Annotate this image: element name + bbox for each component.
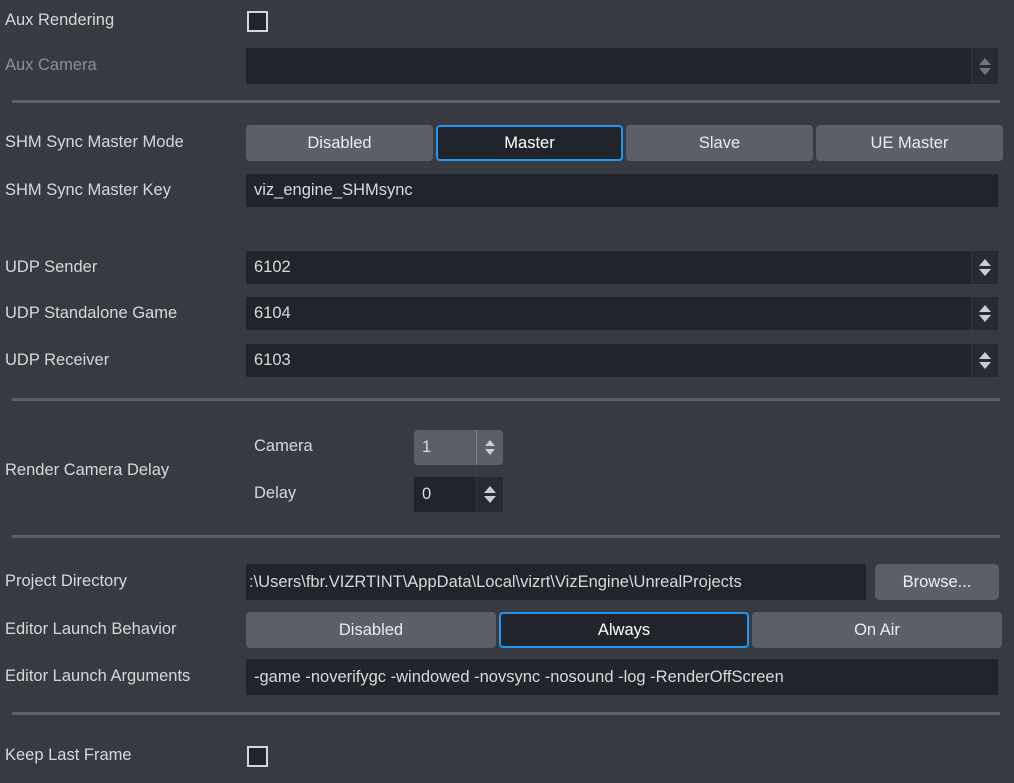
separator-1 (12, 100, 1000, 103)
render-camera-delay-delay-spinner[interactable] (476, 477, 503, 512)
aux-camera-label: Aux Camera (0, 56, 246, 76)
editor-launch-arguments-input[interactable]: -game -noverifygc -windowed -novsync -no… (246, 659, 998, 695)
udp-receiver-value: 6103 (246, 344, 971, 377)
browse-button[interactable]: Browse... (875, 564, 999, 600)
aux-camera-spinner[interactable] (971, 48, 998, 84)
udp-standalone-game-label: UDP Standalone Game (0, 304, 246, 324)
row-shm-sync-master-key: SHM Sync Master Key viz_engine_SHMsync (0, 174, 1014, 207)
row-editor-launch-behavior: Editor Launch Behavior Disabled Always O… (0, 612, 1014, 648)
row-editor-launch-arguments: Editor Launch Arguments -game -noverifyg… (0, 659, 1014, 695)
shm-sync-master-key-input[interactable]: viz_engine_SHMsync (246, 174, 998, 207)
render-camera-delay-delay-label: Delay (254, 484, 296, 503)
chevron-up-icon (979, 305, 991, 312)
udp-sender-input[interactable]: 6102 (246, 251, 998, 284)
shm-mode-option-disabled[interactable]: Disabled (246, 125, 433, 161)
render-camera-delay-camera-value: 1 (414, 430, 476, 465)
chevron-up-icon (485, 440, 495, 446)
shm-mode-option-master[interactable]: Master (436, 125, 623, 161)
separator-4 (12, 712, 1000, 715)
chevron-down-icon (979, 269, 991, 276)
udp-receiver-input[interactable]: 6103 (246, 344, 998, 377)
editor-launch-option-always[interactable]: Always (499, 612, 749, 648)
chevron-down-icon (979, 315, 991, 322)
aux-camera-select[interactable] (246, 48, 998, 84)
row-project-directory: Project Directory :\Users\fbr.VIZRTINT\A… (0, 564, 1014, 600)
chevron-up-icon (979, 352, 991, 359)
udp-sender-spinner[interactable] (971, 251, 998, 284)
shm-sync-master-mode-segmented: Disabled Master Slave UE Master (246, 125, 1003, 161)
row-keep-last-frame: Keep Last Frame (0, 741, 1014, 771)
editor-launch-option-disabled[interactable]: Disabled (246, 612, 496, 648)
chevron-down-icon (979, 362, 991, 369)
aux-rendering-label: Aux Rendering (0, 11, 246, 31)
aux-rendering-checkbox[interactable] (247, 11, 268, 32)
row-aux-camera: Aux Camera (0, 48, 1014, 84)
udp-standalone-game-value: 6104 (246, 297, 971, 330)
separator-2 (12, 398, 1000, 401)
shm-mode-option-slave[interactable]: Slave (626, 125, 813, 161)
udp-sender-value: 6102 (246, 251, 971, 284)
shm-sync-master-key-label: SHM Sync Master Key (0, 181, 246, 201)
row-aux-rendering: Aux Rendering (0, 6, 1014, 36)
editor-launch-arguments-label: Editor Launch Arguments (0, 667, 246, 687)
row-shm-sync-master-mode: SHM Sync Master Mode Disabled Master Sla… (0, 125, 1014, 161)
project-directory-input[interactable]: :\Users\fbr.VIZRTINT\AppData\Local\vizrt… (246, 564, 866, 600)
chevron-up-icon (979, 259, 991, 266)
project-directory-label: Project Directory (0, 572, 246, 592)
render-camera-delay-camera-label: Camera (254, 437, 313, 456)
chevron-down-icon (484, 496, 496, 503)
render-camera-delay-camera-input[interactable]: 1 (414, 430, 503, 465)
row-udp-standalone-game: UDP Standalone Game 6104 (0, 297, 1014, 330)
render-camera-delay-label: Render Camera Delay (0, 461, 246, 481)
editor-launch-behavior-segmented: Disabled Always On Air (246, 612, 1002, 648)
chevron-up-icon (979, 58, 991, 65)
keep-last-frame-checkbox[interactable] (247, 746, 268, 767)
editor-launch-behavior-label: Editor Launch Behavior (0, 620, 246, 640)
separator-3 (12, 535, 1000, 538)
udp-receiver-spinner[interactable] (971, 344, 998, 377)
keep-last-frame-label: Keep Last Frame (0, 746, 246, 766)
aux-camera-value (246, 48, 971, 84)
chevron-down-icon (979, 68, 991, 75)
udp-sender-label: UDP Sender (0, 258, 246, 278)
udp-standalone-game-input[interactable]: 6104 (246, 297, 998, 330)
editor-launch-option-on-air[interactable]: On Air (752, 612, 1002, 648)
udp-receiver-label: UDP Receiver (0, 351, 246, 371)
udp-standalone-game-spinner[interactable] (971, 297, 998, 330)
shm-mode-option-ue-master[interactable]: UE Master (816, 125, 1003, 161)
render-camera-delay-delay-input[interactable]: 0 (414, 477, 503, 512)
render-camera-delay-delay-value: 0 (414, 477, 476, 512)
row-udp-receiver: UDP Receiver 6103 (0, 344, 1014, 377)
row-udp-sender: UDP Sender 6102 (0, 251, 1014, 284)
render-camera-delay-camera-spinner[interactable] (476, 430, 503, 465)
chevron-down-icon (485, 449, 495, 455)
chevron-up-icon (484, 486, 496, 493)
shm-sync-master-mode-label: SHM Sync Master Mode (0, 133, 246, 153)
